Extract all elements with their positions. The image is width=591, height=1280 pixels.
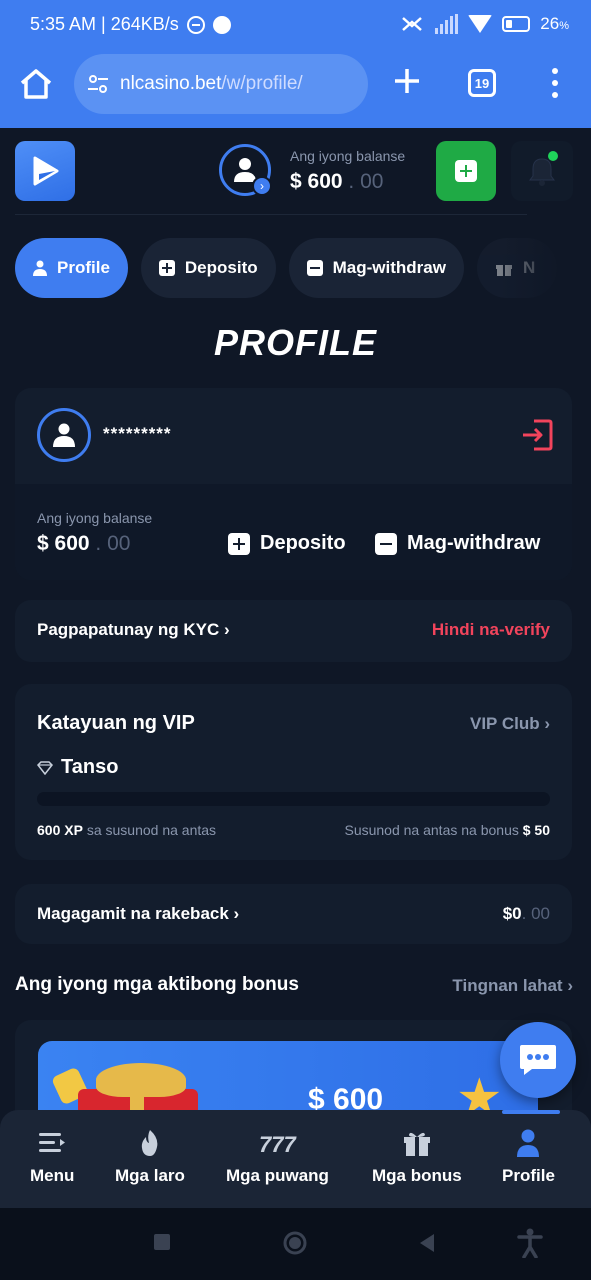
nav-mga-bonus[interactable]: Mga bonus: [372, 1128, 462, 1186]
active-indicator: [502, 1110, 560, 1114]
site-settings-icon[interactable]: [86, 72, 110, 96]
logout-icon[interactable]: [520, 418, 554, 452]
status-bar: 5:35 AM | 264KB/s 26%: [0, 0, 591, 50]
plus-box-icon: [455, 160, 477, 182]
tabs-fade-overlay: [500, 238, 591, 298]
header-deposit-button[interactable]: [436, 141, 496, 201]
kyc-row[interactable]: Pagpapatunay ng KYC › Hindi na-verify: [15, 600, 572, 662]
battery-icon: [502, 16, 531, 32]
back-icon[interactable]: [416, 1232, 438, 1254]
wifi-icon: [468, 15, 493, 33]
vip-club-link[interactable]: VIP Club ›: [470, 714, 550, 734]
gift-icon: [403, 1132, 430, 1156]
site-header: › Ang iyong balanse $ 600 . 00: [0, 128, 591, 216]
link-icon: [402, 17, 423, 31]
nav-profile[interactable]: Profile: [502, 1128, 555, 1186]
signal-icon: [435, 14, 459, 34]
chevron-right-icon: ›: [567, 976, 573, 995]
user-avatar[interactable]: [37, 408, 91, 462]
bottom-nav: Menu Mga laro 777 Mga puwang Mga bonus P…: [0, 1110, 591, 1208]
url-host: nlcasino.bet: [120, 73, 222, 94]
vip-progress-bar: [37, 792, 550, 806]
kyc-status: Hindi na-verify: [431, 620, 550, 639]
balance-value: $ 600 . 00: [37, 532, 131, 555]
accessibility-icon[interactable]: [516, 1228, 544, 1258]
minus-box-icon: [306, 260, 323, 276]
plus-box-icon: [228, 532, 250, 555]
tab-profile[interactable]: Profile: [15, 238, 128, 298]
tab-mag-withdraw[interactable]: Mag-withdraw: [288, 238, 464, 298]
header-balance-label: Ang iyong balanse: [290, 148, 406, 164]
xp-to-next-level: 600 XP sa susunod na antas: [37, 822, 217, 838]
menu-icon: [39, 1133, 66, 1152]
chevron-right-icon: ›: [224, 620, 230, 639]
user-icon: [33, 260, 47, 276]
home-circle-icon[interactable]: [282, 1230, 308, 1256]
kyc-label: Pagpapatunay ng KYC ›: [37, 620, 230, 639]
active-bonuses-heading: Ang iyong mga aktibong bonus: [15, 974, 299, 995]
rakeback-value: $0. 00: [502, 904, 550, 923]
play-logo-icon: [33, 156, 59, 186]
fire-icon: [141, 1130, 158, 1156]
minus-box-icon: [375, 532, 397, 555]
notification-dot: [548, 151, 558, 161]
user-card-balance: Ang iyong balanse $ 600 . 00 Deposito Ma…: [15, 484, 572, 580]
username: *********: [103, 424, 172, 443]
vip-title: Katayuan ng VIP: [37, 712, 195, 734]
header-balance: $ 600 . 00: [290, 170, 384, 193]
see-all-link[interactable]: Tingnan lahat ›: [452, 976, 573, 996]
nav-mga-laro[interactable]: Mga laro: [115, 1128, 185, 1186]
recents-icon[interactable]: [152, 1232, 172, 1252]
chevron-right-icon: ›: [252, 176, 272, 196]
system-nav-bar: [0, 1208, 591, 1280]
plus-box-icon: [158, 260, 175, 276]
user-card: ********* Ang iyong balanse $ 600 . 00 D…: [15, 388, 572, 580]
diamond-icon: [37, 760, 53, 775]
rakeback-label: Magagamit na rakeback ›: [37, 904, 240, 923]
chevron-right-icon: ›: [233, 904, 240, 923]
live-chat-button[interactable]: [500, 1022, 576, 1098]
browser-chrome: 5:35 AM | 264KB/s 26% nlcasino.bet /w/pr…: [0, 0, 591, 128]
chevron-right-icon: ›: [544, 714, 550, 733]
gift-ribbon-image: [96, 1063, 186, 1097]
vip-tier: Tanso: [37, 756, 118, 779]
user-icon: [517, 1129, 540, 1157]
battery-percent: 26%: [540, 14, 569, 33]
status-time: 5:35 AM | 264KB/s: [30, 14, 179, 34]
deposit-button[interactable]: Deposito: [228, 532, 346, 555]
alarm-icon: [212, 15, 231, 34]
url-bar-row: nlcasino.bet/w/profile/ 19: [0, 52, 591, 116]
more-options-icon[interactable]: [550, 68, 560, 98]
tab-deposito[interactable]: Deposito: [140, 238, 276, 298]
balance-label: Ang iyong balanse: [37, 510, 153, 526]
nav-menu[interactable]: Menu: [30, 1128, 74, 1186]
withdraw-button[interactable]: Mag-withdraw: [375, 532, 540, 555]
url-path: /w/profile/: [221, 73, 303, 94]
rakeback-row[interactable]: Magagamit na rakeback › $0. 00: [15, 884, 572, 944]
slot-777-icon: 777: [259, 1132, 297, 1157]
page-title: PROFILE: [213, 322, 377, 363]
do-not-disturb-icon: [186, 15, 205, 34]
profile-tabs: Profile Deposito Mag-withdraw N: [15, 238, 557, 298]
chat-bubble-icon: [520, 1045, 556, 1075]
tab-switcher-button[interactable]: 19: [468, 69, 496, 97]
user-card-top: *********: [15, 388, 572, 484]
nav-mga-puwang[interactable]: 777 Mga puwang: [226, 1128, 329, 1186]
address-bar[interactable]: nlcasino.bet/w/profile/: [74, 54, 368, 114]
new-tab-icon[interactable]: [392, 66, 422, 96]
user-icon: [53, 423, 75, 447]
next-level-bonus: Susunod na antas na bonus $ 50: [344, 822, 550, 838]
site-logo[interactable]: [15, 141, 75, 201]
header-divider: [15, 214, 527, 215]
home-icon[interactable]: [18, 66, 54, 102]
svg-text:777: 777: [259, 1132, 297, 1157]
notifications-button[interactable]: [511, 141, 573, 201]
vip-card: Katayuan ng VIP VIP Club › Tanso 600 XP …: [15, 684, 572, 860]
